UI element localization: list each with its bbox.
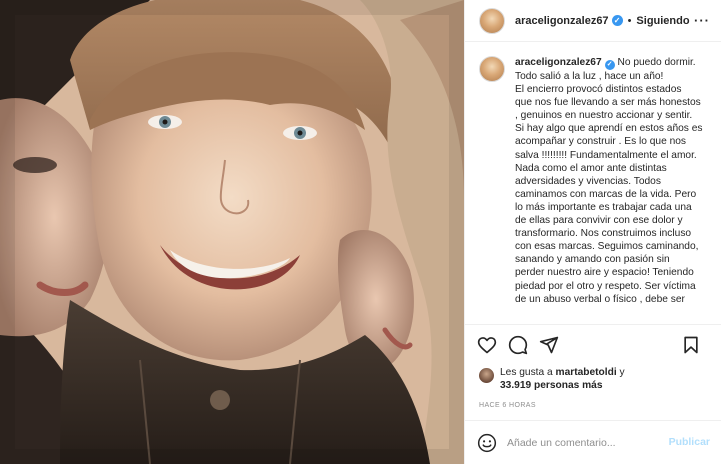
caption-line: de ellas para convivir con ese dolor y (515, 215, 683, 227)
author-username[interactable]: araceligonzalez67 (515, 15, 609, 27)
caption-line: adversidades y vivencias. Todos (515, 175, 661, 187)
comment-bar: Publicar (465, 420, 721, 464)
liker-avatar[interactable] (479, 368, 494, 383)
author-avatar[interactable] (479, 7, 505, 34)
caption-line: Todo salió a la luz , hace un año! (515, 71, 664, 82)
following-button[interactable]: Siguiendo (636, 15, 689, 27)
save-icon[interactable] (681, 335, 701, 355)
separator-dot: • (627, 14, 632, 27)
emoji-icon[interactable] (477, 433, 497, 453)
more-options-icon[interactable]: ··· (694, 13, 710, 28)
caption-author-avatar[interactable] (479, 56, 505, 82)
caption-line: transformario. Nos construimos incluso (515, 228, 692, 240)
verified-badge-icon: ✓ (611, 15, 623, 26)
post-timestamp[interactable]: HACE 6 HORAS (479, 402, 536, 409)
share-icon[interactable] (539, 335, 559, 355)
post-header: araceligonzalez67 ✓ • Siguiendo ··· (465, 0, 721, 42)
caption-line: Si hay algo que aprendí en estos años es (515, 123, 703, 135)
post-actions (465, 324, 721, 364)
caption-line: salva !!!!!!!!! Fundamentalmente el amor… (515, 149, 697, 161)
caption-line-text: No puedo dormir. (617, 57, 696, 68)
caption-line: El encierro provocó distintos estados (515, 84, 682, 96)
caption-line: caminamos con marcas de la vida. Pero (515, 188, 697, 200)
caption-verified-badge-icon: ✓ (604, 60, 615, 70)
caption-line: de un abuso verbal o físico , debe ser (515, 293, 685, 305)
caption-line: perder nuestro aire y espacio! Teniendo (515, 267, 694, 279)
comment-icon[interactable] (508, 335, 528, 355)
liker-username-link[interactable]: martabetoldi (556, 367, 617, 378)
caption-username[interactable]: araceligonzalez67 (515, 57, 602, 68)
publish-button[interactable]: Publicar (669, 436, 710, 448)
likes-summary: Les gusta a martabetoldi y 33.919 person… (479, 367, 711, 392)
caption-line: lo más importante es trabajar cada una (515, 201, 692, 213)
likes-prefix: Les gusta a (500, 367, 553, 378)
caption-line: con esas marcas. Seguimos caminando, (515, 241, 699, 253)
caption-line: araceligonzalez67 ✓ No puedo dormir. (515, 56, 721, 70)
caption-line: sanando y amando con pasión sin (515, 254, 670, 266)
caption-line: , genuinos en nuestro accionar y sentir. (515, 110, 693, 122)
heart-icon[interactable] (477, 335, 497, 355)
caption-line: piedad por el otro y respeto. Ser víctim… (515, 280, 696, 292)
comment-input[interactable] (507, 436, 667, 449)
likes-text: Les gusta a martabetoldi y 33.919 person… (500, 367, 625, 392)
likes-count-link[interactable]: 33.919 personas más (500, 380, 603, 391)
caption-line: que nos fue llevando a ser más honestos (515, 97, 701, 109)
caption-area: araceligonzalez67 ✓ No puedo dormir. Todo… (465, 56, 721, 324)
post-photo-illustration (0, 0, 464, 464)
post-photo[interactable] (0, 0, 464, 464)
post-side-panel: araceligonzalez67 ✓ • Siguiendo ··· arac… (464, 0, 721, 464)
caption-text: araceligonzalez67 ✓ No puedo dormir. Todo… (515, 56, 721, 324)
likes-connector: y (619, 367, 625, 378)
caption-line: acompañar y construir . Es lo que nos (515, 136, 687, 148)
caption-line: Nada como el amor ante distintas (515, 162, 667, 174)
